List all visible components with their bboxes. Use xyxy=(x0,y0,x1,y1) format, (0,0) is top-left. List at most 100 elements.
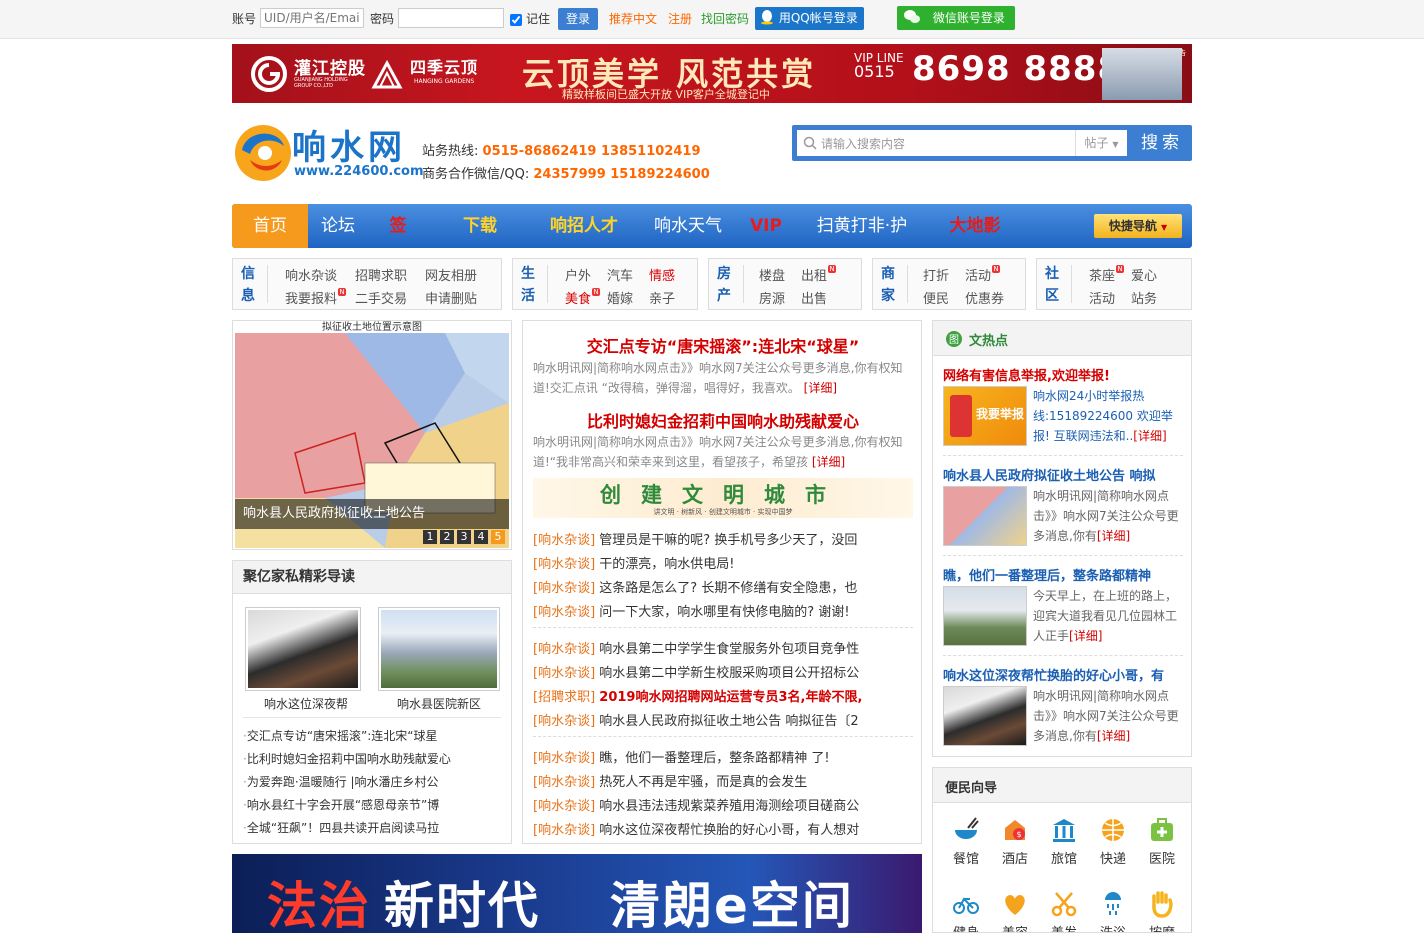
hot-title-4[interactable]: 响水这位深夜帮忙换胎的好心小哥，有 xyxy=(943,665,1183,684)
category-link[interactable]: 便民 xyxy=(923,288,949,307)
news-line[interactable]: [响水杂谈] 响水县第二中学学生食堂服务外包项目竞争性 xyxy=(533,638,913,657)
service-restaurant[interactable]: 餐馆 xyxy=(945,816,987,867)
detail-link[interactable]: [详细] xyxy=(1097,729,1130,743)
qq-login-button[interactable]: 用QQ帐号登录 xyxy=(755,7,864,30)
category-link[interactable]: 活动 xyxy=(1089,288,1115,307)
recommend-cn-link[interactable]: 推荐中文 xyxy=(609,8,657,30)
category-link[interactable]: 出租 N xyxy=(801,265,837,284)
category-link[interactable]: 活动 N xyxy=(965,265,1001,284)
nav-item-cinema[interactable]: 大地影城 xyxy=(942,204,1008,280)
search-category-select[interactable]: 帖子 ▼ xyxy=(1075,130,1127,156)
tire-change-image[interactable] xyxy=(943,686,1027,746)
headline-2[interactable]: 比利时媳妇金招莉中国响水助残献爱心 xyxy=(523,408,923,432)
password-input[interactable] xyxy=(398,8,504,28)
category-link[interactable]: 打折 xyxy=(923,265,949,284)
thumb-caption[interactable]: 响水这位深夜帮 xyxy=(245,695,367,712)
category-link[interactable]: 茶座 N xyxy=(1089,265,1125,284)
nav-item-talent[interactable]: 响招人才网 xyxy=(543,204,625,280)
slider-caption[interactable]: 响水县人民政府拟征收土地公告 xyxy=(235,499,509,529)
slider-page-button[interactable]: 2 xyxy=(440,530,454,544)
news-line[interactable]: [响水杂谈] 响水县人民政府拟征收土地公告 响拟征告〔2 xyxy=(533,710,913,729)
slider-page-button[interactable]: 1 xyxy=(423,530,437,544)
top-ad-banner[interactable]: 灌江控股 GUANJIANG HOLDING GROUP CO.,LTD 四季云… xyxy=(232,44,1192,103)
category-link[interactable]: 响水杂谈 xyxy=(285,265,337,284)
nav-item-home[interactable]: 首页 xyxy=(232,204,308,248)
reading-link[interactable]: 全城“狂飙”！四县共读开启阅读马拉 xyxy=(243,819,439,836)
retrieve-password-link[interactable]: 找回密码 xyxy=(701,8,749,30)
service-fitness[interactable]: 健身 xyxy=(945,890,987,932)
category-link[interactable]: 美食 N xyxy=(565,288,601,307)
news-line[interactable]: [响水杂谈] 问一下大家，响水哪里有快修电脑的? 谢谢! xyxy=(533,601,913,620)
service-inn[interactable]: 旅馆 xyxy=(1043,816,1085,867)
nav-item-anti-porn[interactable]: 扫黄打非·护苗 xyxy=(810,204,914,280)
category-link[interactable]: 爱心 xyxy=(1131,265,1157,284)
reading-link[interactable]: 交汇点专访“唐宋摇滚”:连北宋“球星 xyxy=(243,727,438,744)
reading-link[interactable]: 比利时媳妇金招莉中国响水助残献爱心 xyxy=(243,750,451,767)
remember-checkbox[interactable] xyxy=(510,13,522,26)
news-line[interactable]: [响水杂谈] 响水县第二中学新生校服采购项目公开招标公 xyxy=(533,662,913,681)
nav-item-forum[interactable]: 论坛 xyxy=(318,204,358,248)
nav-item-checkin[interactable]: 签到 xyxy=(382,204,414,280)
law-era-banner[interactable]: 法治 新时代 清朗e空间 xyxy=(232,854,922,933)
reading-thumb[interactable] xyxy=(245,607,361,691)
thumb-caption[interactable]: 响水县医院新区 xyxy=(378,695,500,712)
detail-link[interactable]: [详细] xyxy=(812,455,845,469)
reading-link[interactable]: 为爱奔跑·温暖随行 |响水潘庄乡村公 xyxy=(243,773,439,790)
reading-thumb[interactable] xyxy=(378,607,500,691)
headline-1[interactable]: 交汇点专访“唐宋摇滚”:连北宋“球星” xyxy=(523,333,923,357)
news-line[interactable]: [响水杂谈] 响水这位深夜帮忙换胎的好心小哥，有人想对 xyxy=(533,819,913,838)
news-line[interactable]: [响水杂谈] 瞧，他们一番整理后，整条路都精神 了! xyxy=(533,747,913,766)
detail-link[interactable]: [详细] xyxy=(804,381,837,395)
site-logo[interactable]: 响水网 www.224600.com xyxy=(232,118,424,188)
slider-page-button[interactable]: 5 xyxy=(491,530,505,544)
land-map-thumb[interactable] xyxy=(943,486,1027,546)
category-link[interactable]: 情感 xyxy=(649,265,675,284)
search-button[interactable]: 搜索 xyxy=(1132,125,1192,161)
quick-nav-button[interactable]: 快捷导航 ▼ xyxy=(1094,214,1182,238)
register-link[interactable]: 注册 xyxy=(668,8,692,30)
nav-item-vip[interactable]: VIP xyxy=(750,204,782,248)
service-express[interactable]: 快递 xyxy=(1092,816,1134,867)
road-image[interactable] xyxy=(943,586,1027,646)
news-line[interactable]: [响水杂谈] 热死人不再是牢骚，而是真的会发生 xyxy=(533,771,913,790)
hot-title-3[interactable]: 瞧，他们一番整理后，整条路都精神 xyxy=(943,565,1183,584)
search-input[interactable]: 请输入搜索内容 帖子 ▼ xyxy=(797,130,1127,156)
category-link[interactable]: 户外 xyxy=(565,265,591,284)
service-bath[interactable]: 洗浴 xyxy=(1092,890,1134,932)
service-massage[interactable]: 按摩 xyxy=(1141,890,1183,932)
category-link[interactable]: 婚嫁 xyxy=(607,288,633,307)
category-link[interactable]: 招聘求职 xyxy=(355,265,407,284)
hot-title-2[interactable]: 响水县人民政府拟征收土地公告 响拟 xyxy=(943,465,1183,484)
report-image[interactable]: 我要举报 xyxy=(943,386,1027,446)
category-link[interactable]: 申请删贴 xyxy=(425,288,477,307)
slider-page-button[interactable]: 3 xyxy=(457,530,471,544)
hot-title-1[interactable]: 网络有害信息举报,欢迎举报! xyxy=(943,365,1183,384)
slider-page-button[interactable]: 4 xyxy=(474,530,488,544)
wechat-login-button[interactable]: 微信账号登录 xyxy=(897,6,1015,30)
category-link[interactable]: 站务 xyxy=(1131,288,1157,307)
detail-link[interactable]: [详细] xyxy=(1133,429,1166,443)
detail-link[interactable]: [详细] xyxy=(1069,629,1102,643)
nav-item-download-app[interactable]: 下载APP xyxy=(447,204,513,280)
news-line[interactable]: [响水杂谈] 管理员是干嘛的呢? 换手机号多少天了，没回 xyxy=(533,529,913,548)
news-line[interactable]: [响水杂谈] 这条路是怎么了? 长期不修缮有安全隐患，也 xyxy=(533,577,913,596)
category-link[interactable]: 房源 xyxy=(759,288,785,307)
news-line[interactable]: [响水杂谈] 响水县违法违规紫菜养殖用海测绘项目磋商公 xyxy=(533,795,913,814)
category-link[interactable]: 我要报料 N xyxy=(285,288,347,307)
category-link[interactable]: 网友相册 xyxy=(425,265,477,284)
service-beauty[interactable]: 美容 xyxy=(994,890,1036,932)
category-link[interactable]: 出售 xyxy=(801,288,827,307)
category-link[interactable]: 楼盘 xyxy=(759,265,785,284)
reading-link[interactable]: 响水县红十字会开展“感恩母亲节”博 xyxy=(243,796,439,813)
news-line[interactable]: [招聘求职] 2019响水网招聘网站运营专员3名,年龄不限, xyxy=(533,686,913,705)
login-button[interactable]: 登录 xyxy=(558,8,598,30)
category-link[interactable]: 优惠券 xyxy=(965,288,1004,307)
account-input[interactable] xyxy=(260,8,364,28)
category-link[interactable]: 汽车 xyxy=(607,265,633,284)
detail-link[interactable]: [详细] xyxy=(1097,529,1130,543)
service-hairdressing[interactable]: 美发 xyxy=(1043,890,1085,932)
news-line[interactable]: [响水杂谈] 干的漂亮，响水供电局! xyxy=(533,553,913,572)
service-hotel[interactable]: $ 酒店 xyxy=(994,816,1036,867)
nav-item-weather[interactable]: 响水天气 xyxy=(654,204,722,248)
service-hospital[interactable]: 医院 xyxy=(1141,816,1183,867)
